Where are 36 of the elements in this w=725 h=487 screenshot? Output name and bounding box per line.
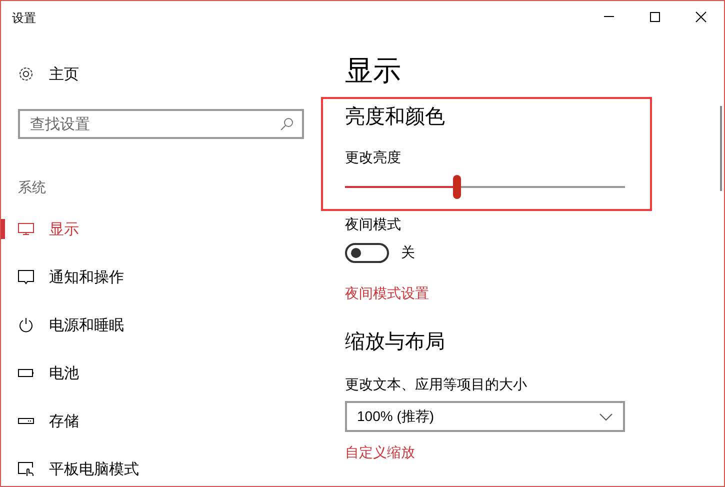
section-heading: 缩放与布局: [345, 330, 446, 355]
battery-icon: [18, 368, 34, 378]
nav-item[interactable]: 通知和操作: [1, 253, 321, 301]
nav-item[interactable]: 存储: [1, 397, 321, 445]
night-light-label: 夜间模式: [345, 215, 402, 233]
message-icon: [18, 269, 34, 285]
monitor-icon: [18, 222, 34, 236]
drive-icon: [18, 417, 34, 425]
power-icon: [18, 317, 34, 333]
search-field[interactable]: 查找设置: [18, 109, 304, 139]
toggle-state: 关: [401, 244, 415, 262]
page-title: 显示: [345, 54, 402, 88]
chevron-icon: [599, 412, 613, 420]
section-heading: 亮度和颜色: [345, 105, 446, 130]
night-light-toggle[interactable]: [345, 243, 389, 263]
settings-icon: [18, 66, 34, 82]
search-icon: [280, 117, 294, 131]
custom-scaling-link[interactable]: 自定义缩放: [345, 444, 415, 462]
minimize-icon: [604, 16, 614, 17]
nav-item[interactable]: 显示: [1, 205, 321, 253]
brightness-label: 更改亮度: [345, 148, 402, 166]
home-item[interactable]: 主页: [18, 65, 321, 83]
nav-item[interactable]: 电源和睡眠: [1, 301, 321, 349]
scale-dropdown[interactable]: 100% (推荐): [345, 401, 625, 432]
tablet-icon: [18, 461, 34, 477]
maximize-icon: [649, 10, 661, 22]
night-light-settings-link[interactable]: 夜间模式设置: [345, 285, 429, 303]
close-icon: [695, 10, 707, 22]
scale-label: 更改文本、应用等项目的大小: [345, 375, 528, 393]
window-title: 设置: [12, 10, 36, 27]
slider-thumb[interactable]: [453, 175, 461, 199]
scrollbar[interactable]: [720, 106, 722, 191]
nav-item[interactable]: 电池: [1, 349, 321, 397]
section-label: 系统: [18, 179, 47, 197]
brightness-slider[interactable]: [345, 175, 625, 199]
nav-item[interactable]: 平板电脑模式: [1, 445, 321, 486]
